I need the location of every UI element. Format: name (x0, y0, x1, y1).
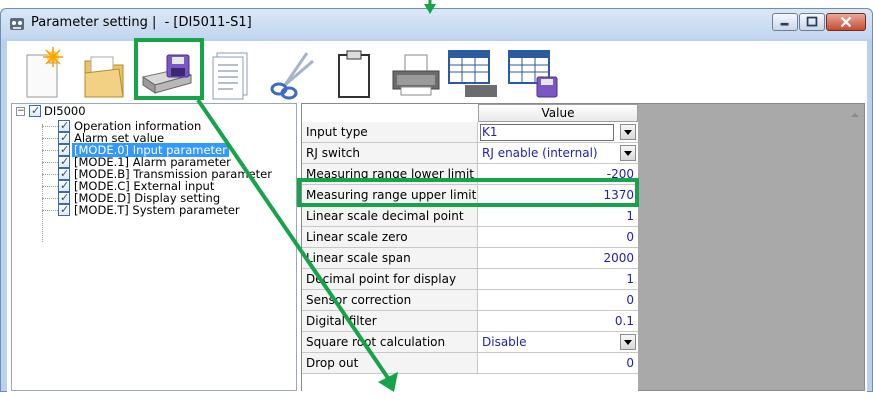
window-title: Parameter setting | - [DI5011-S1] (31, 15, 252, 30)
new-file-icon[interactable] (13, 47, 71, 101)
tree-item-checkbox[interactable] (58, 203, 70, 217)
clipboard-icon[interactable] (325, 47, 383, 101)
dropdown-arrow-icon[interactable] (620, 334, 636, 350)
grid-row-square-root[interactable]: Square root calculation Disable (302, 332, 638, 353)
param-name: Linear scale zero (302, 227, 478, 248)
param-value: Disable (482, 335, 527, 349)
open-folder-icon[interactable] (75, 47, 133, 101)
save-table-icon[interactable] (505, 47, 563, 101)
grid-row-scale-zero[interactable]: Linear scale zero 0 (302, 227, 638, 248)
param-value[interactable]: 0 (478, 290, 638, 311)
app-icon (10, 18, 24, 30)
content-area: − DI5000 Operation information Alarm set… (7, 101, 867, 404)
close-button[interactable] (826, 13, 866, 31)
param-value[interactable]: 0 (478, 353, 638, 374)
param-name: Input type (302, 122, 478, 143)
root-checkbox[interactable] (29, 104, 41, 118)
dropdown-arrow-icon[interactable] (620, 145, 636, 161)
param-value[interactable]: 1 (478, 269, 638, 290)
minimize-button[interactable] (772, 13, 798, 31)
scissors-icon[interactable] (263, 47, 321, 101)
print-table-icon[interactable] (445, 47, 503, 101)
param-value[interactable]: 1 (478, 206, 638, 227)
grid-row-input-type[interactable]: Input type K1 (302, 122, 638, 143)
param-value-combo[interactable]: K1 (478, 122, 638, 143)
param-name: RJ switch (302, 143, 478, 164)
title-bar[interactable]: Parameter setting | - [DI5011-S1] (1, 9, 872, 39)
parameter-grid: Value Input type K1 RJ switch RJ enable … (301, 103, 865, 404)
grid-row-scale-span[interactable]: Linear scale span 2000 (302, 248, 638, 269)
printer-icon[interactable] (387, 47, 445, 101)
param-name: Linear scale decimal point (302, 206, 478, 227)
param-value: RJ enable (internal) (482, 146, 598, 160)
maximize-icon (806, 16, 818, 27)
combo-edit-frame (480, 124, 614, 141)
parameter-tree: − DI5000 Operation information Alarm set… (11, 103, 297, 391)
collapse-icon[interactable]: − (16, 107, 25, 116)
param-value[interactable]: 0 (478, 227, 638, 248)
grid-row-drop-out[interactable]: Drop out 0 (302, 353, 638, 374)
grid-row-rj-switch[interactable]: RJ switch RJ enable (internal) (302, 143, 638, 164)
param-value[interactable]: 0.1 (478, 311, 638, 332)
param-value-combo[interactable]: Disable (478, 332, 638, 353)
param-name: Digital filter (302, 311, 478, 332)
save-button-highlight (134, 38, 204, 100)
grid-row-decimal-point[interactable]: Linear scale decimal point 1 (302, 206, 638, 227)
tree-root-label: DI5000 (44, 104, 86, 118)
dropdown-arrow-icon[interactable] (620, 124, 636, 140)
value-column-header[interactable]: Value (478, 104, 638, 122)
param-name: Linear scale span (302, 248, 478, 269)
param-value-combo[interactable]: RJ enable (internal) (478, 143, 638, 164)
param-name: Drop out (302, 353, 478, 374)
param-name: Square root calculation (302, 332, 478, 353)
minimize-icon (780, 22, 789, 26)
scroll-up-icon[interactable] (850, 110, 860, 120)
upper-limit-row-highlight (297, 178, 639, 207)
param-value[interactable]: 2000 (478, 248, 638, 269)
grid-row-display-decimal[interactable]: Decimal point for display 1 (302, 269, 638, 290)
close-icon (840, 16, 852, 28)
maximize-button[interactable] (799, 13, 825, 31)
grid-row-sensor-correction[interactable]: Sensor correction 0 (302, 290, 638, 311)
param-name: Sensor correction (302, 290, 478, 311)
document-icon[interactable] (203, 47, 261, 101)
grid-row-digital-filter[interactable]: Digital filter 0.1 (302, 311, 638, 332)
param-name: Decimal point for display (302, 269, 478, 290)
tree-item-label: [MODE.T] System parameter (74, 203, 240, 217)
